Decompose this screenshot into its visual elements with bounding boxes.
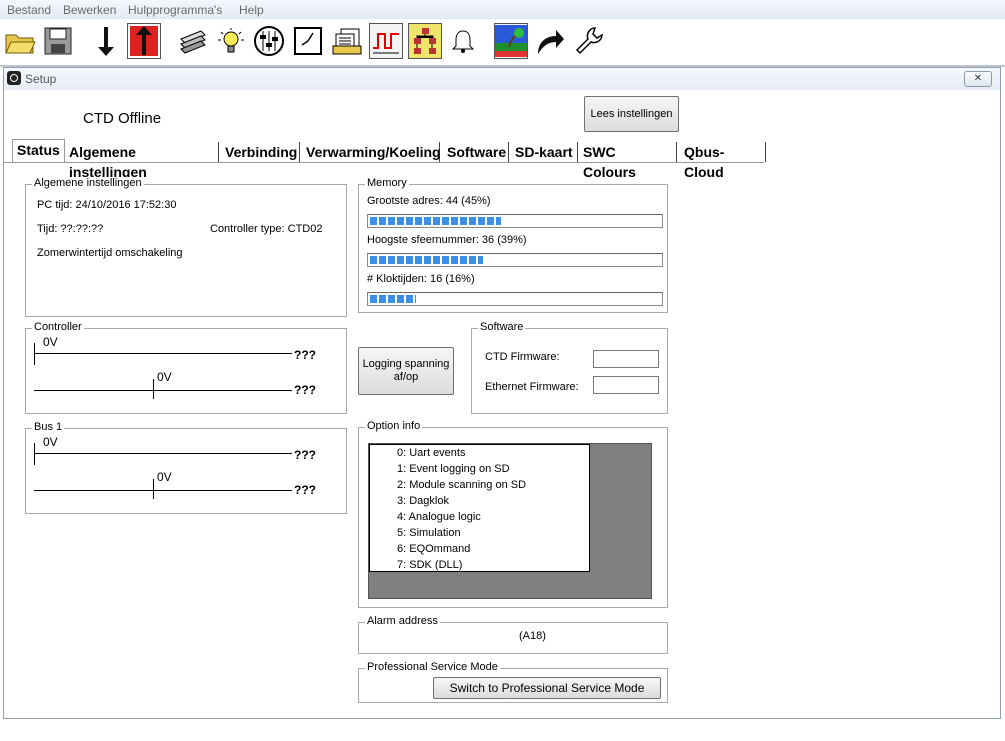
list-item: 3: Dagklok [397,495,449,507]
lightbulb-icon[interactable] [214,23,248,59]
psm-group: Professional Service Mode Switch to Prof… [358,661,668,703]
wrench-icon[interactable] [572,23,606,59]
software-group: Software CTD Firmware: Ethernet Firmware… [471,321,668,414]
memory-bar-fill [370,295,416,303]
memory-bar-fill [370,256,483,264]
menu-hulpprogrammas[interactable]: Hulpprogramma's [128,3,222,17]
general-legend: Algemene instellingen [32,177,144,189]
memory-bar-address [367,214,663,228]
alarm-address-legend: Alarm address [365,615,440,627]
bus1-marker-1 [34,443,35,465]
app-logo-icon [7,71,21,85]
list-item: 0: Uart events [397,447,466,459]
window-title: Setup [25,72,57,86]
controller-time: Tijd: ??:??:?? [37,223,104,235]
bus1-value-2: ??? [294,483,316,497]
clock-icon[interactable] [291,23,325,59]
bus1-voltage-2: 0V [157,470,172,484]
window-title-bar: Setup ✕ [4,68,1000,90]
controller-value-2: ??? [294,383,316,397]
memory-group: Memory Grootste adres: 44 (45%) Hoogste … [358,177,668,313]
option-info-list[interactable]: 0: Uart events 1: Event logging on SD 2:… [369,444,590,572]
close-button[interactable]: ✕ [964,71,992,87]
sliders-icon[interactable] [252,23,286,59]
list-item: 4: Analogue logic [397,511,481,523]
menu-bar: Bestand Bewerken Hulpprogramma's Help [0,0,1005,20]
tab-algemene-instellingen[interactable]: Algemene instellingen [65,142,219,180]
landscape-icon[interactable] [494,23,528,59]
memory-label-clock: # Kloktijden: 16 (16%) [367,273,475,285]
bus1-marker-2 [153,479,154,499]
memory-bar-fill [370,217,501,225]
redo-arrow-icon[interactable] [533,23,567,59]
alarm-address-group: Alarm address (A18) [358,615,668,654]
bus1-line-1 [34,453,292,454]
bus1-group: Bus 1 0V ??? 0V ??? [25,421,347,514]
memory-bar-clock [367,292,663,306]
tab-status[interactable]: Status [12,139,65,162]
alarm-address-value: (A18) [519,630,546,642]
menu-bestand[interactable]: Bestand [7,3,51,17]
tab-verwarming-koeling[interactable]: Verwarming/Koeling [302,142,441,162]
bell-icon[interactable] [446,23,480,59]
stack-icon[interactable] [176,23,210,59]
memory-label-address: Grootste adres: 44 (45%) [367,195,491,207]
tab-swc-colours[interactable]: SWC Colours [579,142,677,180]
tab-divider [4,162,764,163]
toolbar [0,19,1005,67]
controller-marker-2 [153,379,154,399]
list-item: 1: Event logging on SD [397,463,510,475]
tab-sd-kaart[interactable]: SD-kaart [511,142,578,162]
memory-label-scene: Hoogste sfeernummer: 36 (39%) [367,234,527,246]
tab-verbinding[interactable]: Verbinding [221,142,300,162]
controller-value-1: ??? [294,348,316,362]
documents-icon[interactable] [330,23,364,59]
menu-help[interactable]: Help [239,3,264,17]
bus1-legend: Bus 1 [32,421,65,433]
ctd-firmware-label: CTD Firmware: [485,351,560,363]
ethernet-firmware-label: Ethernet Firmware: [485,381,579,393]
setup-window: Setup ✕ CTD Offline Lees instellingen St… [3,67,1001,719]
open-folder-icon[interactable] [3,23,37,59]
controller-type: Controller type: CTD02 [210,223,323,235]
connection-status: CTD Offline [83,110,162,127]
memory-legend: Memory [365,177,409,189]
controller-group: Controller 0V ??? 0V ??? [25,321,347,414]
bus1-value-1: ??? [294,448,316,462]
controller-legend: Controller [32,321,84,333]
list-item: 6: EQOmmand [397,543,471,555]
psm-legend: Professional Service Mode [365,661,500,673]
controller-voltage-1: 0V [43,335,58,349]
controller-voltage-2: 0V [157,370,172,384]
network-icon[interactable] [408,23,442,59]
option-info-legend: Option info [365,420,423,432]
switch-psm-button[interactable]: Switch to Professional Service Mode [433,677,661,699]
list-item: 5: Simulation [397,527,461,539]
save-disk-icon[interactable] [41,23,75,59]
general-group: Algemene instellingen PC tijd: 24/10/201… [25,177,347,317]
upload-arrow-icon[interactable] [127,23,161,59]
controller-line-2 [34,390,292,391]
read-settings-button[interactable]: Lees instellingen [584,96,679,132]
option-info-panel: 0: Uart events 1: Event logging on SD 2:… [368,443,652,599]
list-item: 7: SDK (DLL) [397,559,463,571]
pc-time: PC tijd: 24/10/2016 17:52:30 [37,199,177,211]
menu-bewerken[interactable]: Bewerken [63,3,116,17]
software-legend: Software [478,321,526,333]
dst-label: Zomerwintertijd omschakeling [37,247,183,259]
memory-bar-scene [367,253,663,267]
tab-software[interactable]: Software [443,142,509,162]
pulse-wave-icon[interactable] [369,23,403,59]
tab-qbus-cloud[interactable]: Qbus-Cloud [680,142,766,180]
download-arrow-icon[interactable] [89,23,123,59]
bus1-voltage-1: 0V [43,435,58,449]
ctd-firmware-field[interactable] [593,350,659,368]
bus1-line-2 [34,490,292,491]
ethernet-firmware-field[interactable] [593,376,659,394]
list-item: 2: Module scanning on SD [397,479,527,491]
logging-voltage-button[interactable]: Logging spanning af/op [358,347,454,395]
controller-line-1 [34,353,292,354]
controller-marker-1 [34,343,35,365]
